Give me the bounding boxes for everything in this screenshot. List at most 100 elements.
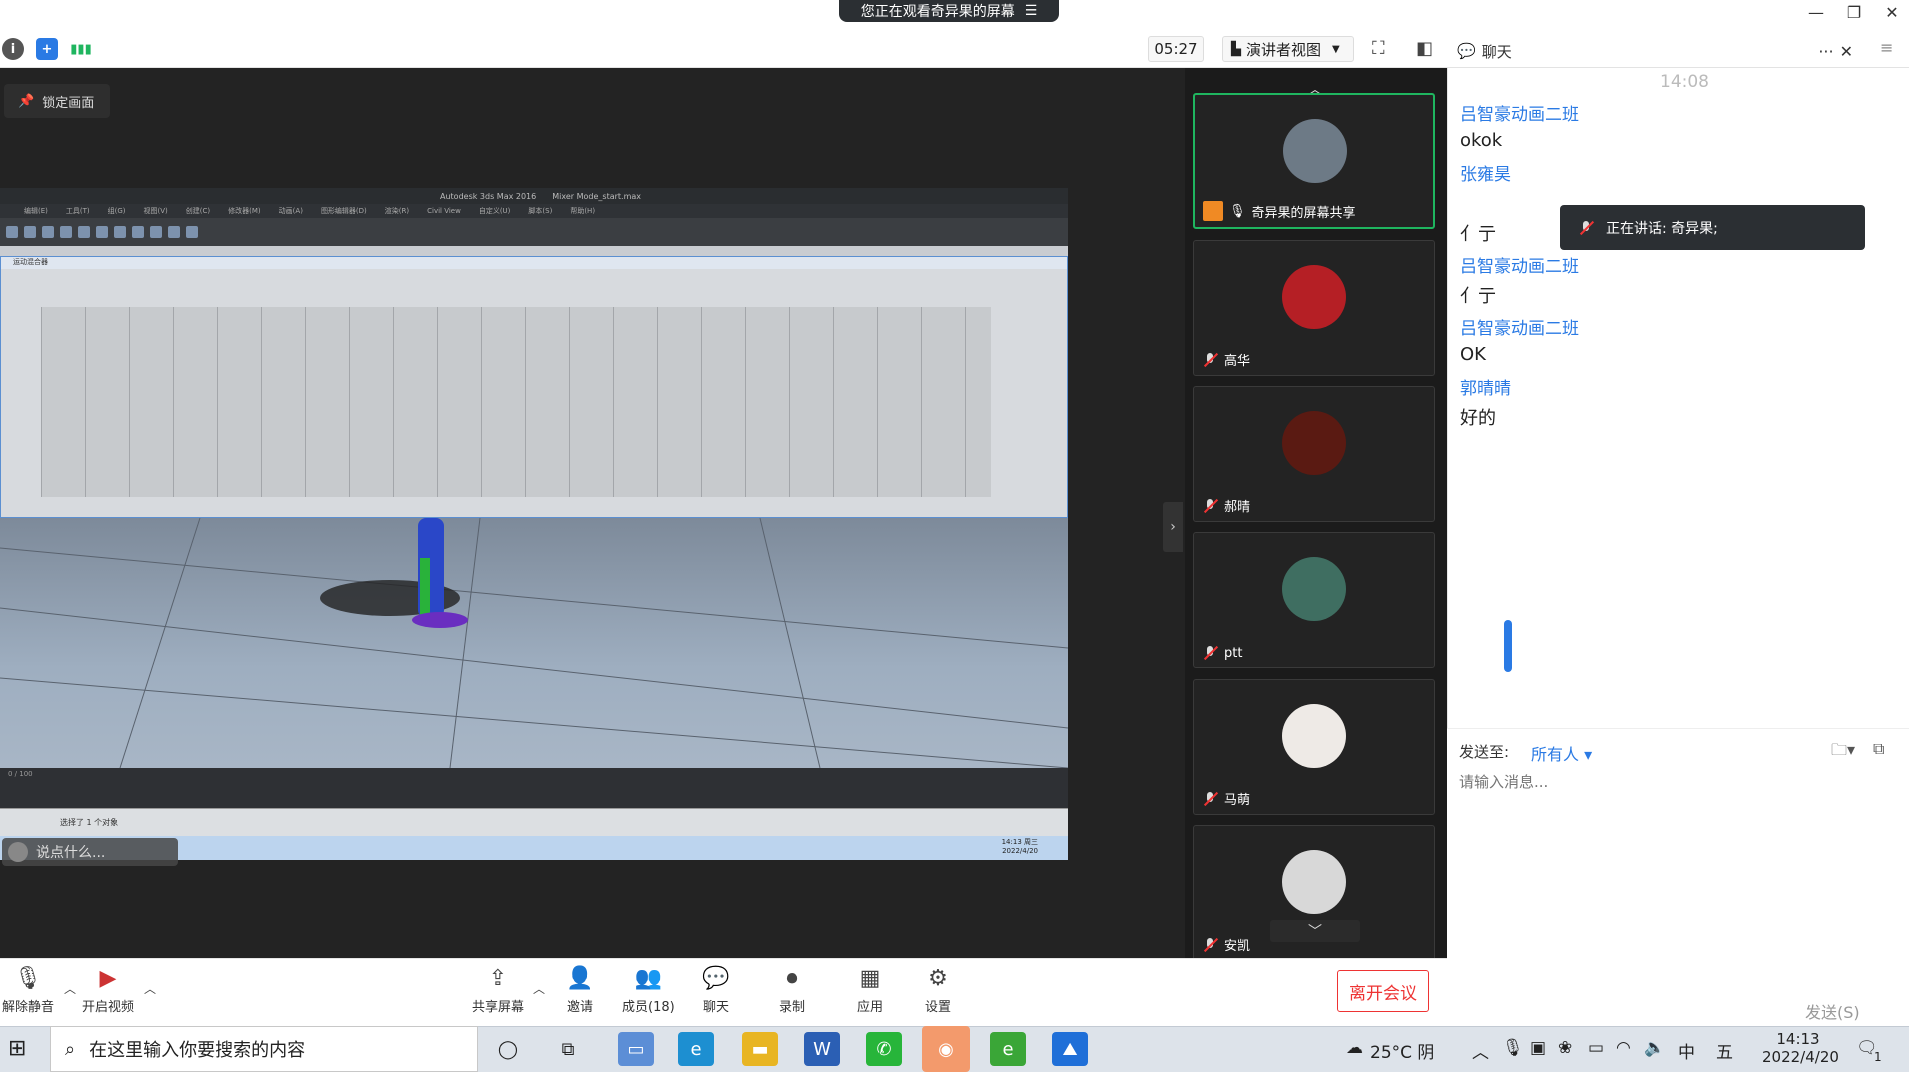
taskbar-search[interactable]: ⌕ 在这里输入你要搜索的内容 — [50, 1026, 478, 1072]
battery-icon[interactable]: ▭ — [1588, 1038, 1604, 1058]
fullscreen-icon[interactable]: ⛶ — [1372, 38, 1385, 59]
emoji-icon[interactable] — [8, 842, 28, 862]
sidebar-icon[interactable]: ◧ — [1416, 38, 1433, 59]
select-icon[interactable] — [60, 226, 72, 238]
screenshot-icon[interactable]: ⧉ — [1873, 739, 1884, 759]
max-menu-item[interactable]: 帮助(H) — [570, 206, 595, 216]
file-explorer-icon[interactable]: ▭ — [618, 1032, 654, 1066]
restore-icon[interactable]: ❐ — [1834, 0, 1874, 24]
participant-tile-3[interactable]: ptt — [1193, 532, 1435, 668]
share-banner[interactable]: 您正在观看奇异果的屏幕 ☰ — [839, 0, 1059, 22]
tray-app2-icon[interactable]: ❀ — [1558, 1038, 1572, 1058]
close-icon[interactable]: ✕ — [1872, 0, 1909, 24]
link-icon[interactable] — [42, 226, 54, 238]
ime-indicator[interactable]: 中 — [1678, 1038, 1695, 1063]
max-menu-item[interactable]: 渲染(R) — [385, 206, 409, 216]
mic-off-icon — [1202, 791, 1218, 807]
cortana-icon[interactable]: ◯ — [490, 1032, 526, 1066]
max-menu-item[interactable]: 动画(A) — [279, 206, 303, 216]
minimize-icon[interactable]: — — [1796, 0, 1836, 24]
invite-button[interactable]: 👤 邀请 — [566, 964, 594, 1016]
send-button[interactable]: 发送(S) — [1805, 999, 1860, 1023]
move-icon[interactable] — [78, 226, 90, 238]
start-video-button[interactable]: ▶ 开启视频 — [82, 964, 135, 1016]
tray-mic-icon[interactable]: 🎙 — [1502, 1038, 1524, 1058]
undo-icon[interactable] — [6, 226, 18, 238]
lock-screen-button[interactable]: 📌 锁定画面 — [4, 84, 110, 118]
clock[interactable]: 14:13 2022/4/20 — [1762, 1030, 1839, 1066]
unmute-button[interactable]: 🎙 解除静音 — [2, 964, 54, 1016]
shield-icon[interactable]: + — [36, 38, 58, 60]
meeting-app-icon[interactable]: ◉ — [922, 1026, 970, 1072]
volume-icon[interactable]: 🔈 — [1644, 1038, 1665, 1058]
max-menu-item[interactable]: 自定义(U) — [479, 206, 511, 216]
record-button[interactable]: ⏺ 录制 — [778, 964, 806, 1016]
max-menu-item[interactable]: 视图(V) — [144, 206, 168, 216]
task-view-icon[interactable]: ⧉ — [550, 1032, 586, 1066]
weather-icon[interactable]: ☁ — [1346, 1038, 1363, 1058]
chat-input[interactable] — [1459, 769, 1889, 795]
chat-scrollbar[interactable] — [1504, 620, 1512, 672]
3dsmax-window: Autodesk 3ds Max 2016 Mixer Mode_start.m… — [0, 188, 1068, 860]
share-screen-icon: ⇪ — [488, 965, 508, 991]
max-menu-item[interactable]: 创建(C) — [186, 206, 210, 216]
members-button[interactable]: 👥 成员(18) — [622, 964, 675, 1016]
rotate-icon[interactable] — [96, 226, 108, 238]
render-icon[interactable] — [186, 226, 198, 238]
apps-button[interactable]: ▦ 应用 — [856, 964, 884, 1016]
word-icon[interactable]: W — [804, 1032, 840, 1066]
control-label: 开启视频 — [82, 1000, 135, 1015]
scroll-down-icon[interactable]: ﹀ — [1270, 920, 1360, 942]
mirror-icon[interactable] — [150, 226, 162, 238]
view-label: 演讲者视图 — [1246, 40, 1322, 59]
collapse-panel-icon[interactable]: › — [1163, 502, 1183, 552]
mixer-track-grid[interactable] — [41, 307, 991, 497]
speaker-view-button[interactable]: ▙ 演讲者视图 ▼ — [1222, 36, 1354, 62]
max-menu-item[interactable]: 图形编辑器(D) — [321, 206, 367, 216]
participant-tile-4[interactable]: 马萌 — [1193, 679, 1435, 815]
redo-icon[interactable] — [24, 226, 36, 238]
wifi-icon[interactable]: ◠ — [1616, 1038, 1631, 1058]
max-menu-item[interactable]: Civil View — [427, 207, 461, 215]
chat-button[interactable]: 💬 聊天 — [702, 964, 730, 1016]
share-options-icon[interactable]: ︿ — [533, 980, 545, 997]
max-menu-item[interactable]: 编辑(E) — [24, 206, 48, 216]
send-to-select[interactable]: 所有人 ▾ — [1531, 741, 1592, 765]
panel-menu-icon[interactable]: ≡ — [1880, 38, 1893, 57]
edge-icon[interactable]: e — [678, 1032, 714, 1066]
snap-icon[interactable] — [132, 226, 144, 238]
ie-icon[interactable]: e — [990, 1032, 1026, 1066]
leave-meeting-button[interactable]: 离开会议 — [1337, 970, 1429, 1012]
align-icon[interactable] — [168, 226, 180, 238]
max-menu-item[interactable]: 修改器(M) — [228, 206, 261, 216]
max-menu-item[interactable]: 脚本(S) — [528, 206, 552, 216]
chat-icon: 💬 — [1457, 42, 1476, 60]
photos-icon[interactable]: ⛰ — [1052, 1032, 1088, 1066]
menu-icon[interactable]: ☰ — [1025, 3, 1038, 19]
mic-off-icon — [1202, 498, 1218, 514]
more-icon[interactable]: ··· — [1818, 42, 1833, 61]
file-icon[interactable]: 🗀▾ — [1831, 739, 1855, 766]
quick-message-box[interactable]: 说点什么... — [2, 838, 178, 866]
participant-tile-1[interactable]: 高华 — [1193, 240, 1435, 376]
video-options-icon[interactable]: ︿ — [144, 980, 156, 997]
max-menu-item[interactable]: 组(G) — [108, 206, 126, 216]
signal-icon[interactable]: ▮▮▮ — [70, 38, 92, 60]
share-screen-button[interactable]: ⇪ 共享屏幕 — [472, 964, 524, 1016]
tray-app-icon[interactable]: ▣ — [1530, 1038, 1546, 1058]
max-menu-item[interactable]: 工具(T) — [66, 206, 90, 216]
tray-chevron-icon[interactable]: ︿ — [1472, 1038, 1489, 1063]
3d-viewport[interactable] — [0, 517, 1068, 769]
info-icon[interactable]: i — [2, 38, 24, 60]
scale-icon[interactable] — [114, 226, 126, 238]
participant-tile-0[interactable]: 🎙 奇异果的屏幕共享 — [1193, 93, 1435, 229]
windows-start-icon[interactable]: ⊞ — [8, 1036, 26, 1061]
settings-button[interactable]: ⚙ 设置 — [924, 964, 952, 1016]
audio-options-icon[interactable]: ︿ — [64, 980, 76, 997]
chat-close-icon[interactable]: ✕ — [1840, 42, 1853, 61]
participant-tile-2[interactable]: 郝晴 — [1193, 386, 1435, 522]
weather-text[interactable]: 25°C 阴 — [1370, 1038, 1434, 1063]
wechat-icon[interactable]: ✆ — [866, 1032, 902, 1066]
folder-icon[interactable]: ▬ — [742, 1032, 778, 1066]
ime-mode[interactable]: 五 — [1716, 1038, 1733, 1063]
